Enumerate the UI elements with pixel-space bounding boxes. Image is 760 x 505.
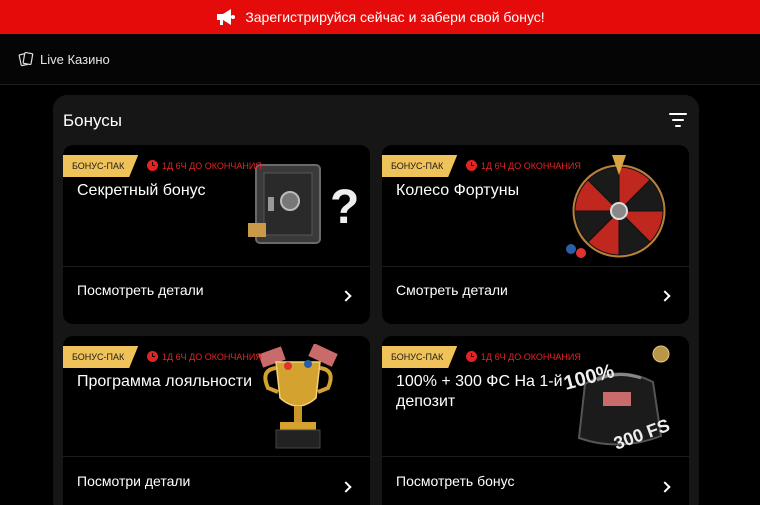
clock-icon bbox=[466, 351, 477, 362]
chevron-right-icon[interactable] bbox=[340, 290, 352, 302]
bonus-pack-badge: БОНУС-ПАК bbox=[382, 346, 458, 368]
section-title: Бонусы bbox=[63, 111, 123, 130]
divider bbox=[63, 266, 370, 267]
chevron-right-icon[interactable] bbox=[340, 481, 352, 493]
timer: 1Д 6Ч ДО ОКОНЧАНИЯ bbox=[147, 160, 262, 171]
cards-icon bbox=[18, 51, 34, 67]
details-link[interactable]: Посмотри детали bbox=[77, 473, 190, 489]
divider bbox=[63, 456, 370, 457]
clock-icon bbox=[147, 160, 158, 171]
bonus-card-secret[interactable]: ? БОНУС-ПАК 1Д 6Ч ДО ОКОНЧАНИЯ Секретный… bbox=[63, 145, 370, 324]
nav-live-casino[interactable]: Live Казино bbox=[40, 52, 110, 67]
timer-text: 1Д 6Ч ДО ОКОНЧАНИЯ bbox=[162, 160, 262, 171]
timer: 1Д 6Ч ДО ОКОНЧАНИЯ bbox=[466, 160, 581, 171]
chevron-right-icon[interactable] bbox=[659, 481, 671, 493]
bonus-card-loyalty[interactable]: БОНУС-ПАК 1Д 6Ч ДО ОКОНЧАНИЯ Программа л… bbox=[63, 336, 370, 505]
bonus-card-wheel[interactable]: БОНУС-ПАК 1Д 6Ч ДО ОКОНЧАНИЯ Колесо Форт… bbox=[382, 145, 689, 324]
bonus-card-deposit[interactable]: 100% 300 FS БОНУС-ПАК 1Д 6Ч ДО ОКОНЧАНИЯ… bbox=[382, 336, 689, 505]
promo-banner[interactable]: Зарегистрируйся сейчас и забери свой бон… bbox=[0, 0, 760, 34]
bonus-pack-badge: БОНУС-ПАК bbox=[382, 155, 458, 177]
timer: 1Д 6Ч ДО ОКОНЧАНИЯ bbox=[147, 351, 262, 362]
details-link[interactable]: Смотреть детали bbox=[396, 282, 508, 298]
card-title: Колесо Фортуны bbox=[396, 182, 520, 199]
card-title: Секретный бонус bbox=[77, 182, 206, 199]
megaphone-icon bbox=[217, 9, 236, 25]
card-title: 100% + 300 ФС На 1-й депозит bbox=[396, 373, 563, 410]
details-link[interactable]: Посмотреть детали bbox=[77, 282, 204, 298]
card-title: Программа лояльности bbox=[77, 373, 253, 390]
bonus-pack-badge: БОНУС-ПАК bbox=[63, 346, 139, 368]
filter-icon[interactable] bbox=[669, 113, 687, 129]
timer: 1Д 6Ч ДО ОКОНЧАНИЯ bbox=[466, 351, 581, 362]
timer-text: 1Д 6Ч ДО ОКОНЧАНИЯ bbox=[162, 351, 262, 362]
divider bbox=[382, 456, 689, 457]
bonus-pack-badge: БОНУС-ПАК bbox=[63, 155, 139, 177]
top-navigation: Live Казино bbox=[0, 34, 760, 85]
timer-text: 1Д 6Ч ДО ОКОНЧАНИЯ bbox=[481, 351, 581, 362]
timer-text: 1Д 6Ч ДО ОКОНЧАНИЯ bbox=[481, 160, 581, 171]
clock-icon bbox=[466, 160, 477, 171]
svg-text:?: ? bbox=[330, 181, 358, 234]
banner-text: Зарегистрируйся сейчас и забери свой бон… bbox=[245, 9, 545, 25]
details-link[interactable]: Посмотреть бонус bbox=[396, 473, 514, 489]
clock-icon bbox=[147, 351, 158, 362]
chevron-right-icon[interactable] bbox=[659, 290, 671, 302]
divider bbox=[382, 266, 689, 267]
bonuses-panel: Бонусы ? БОНУС-ПАК 1Д 6Ч ДО ОКОНЧАНИЯ Се… bbox=[53, 95, 699, 505]
